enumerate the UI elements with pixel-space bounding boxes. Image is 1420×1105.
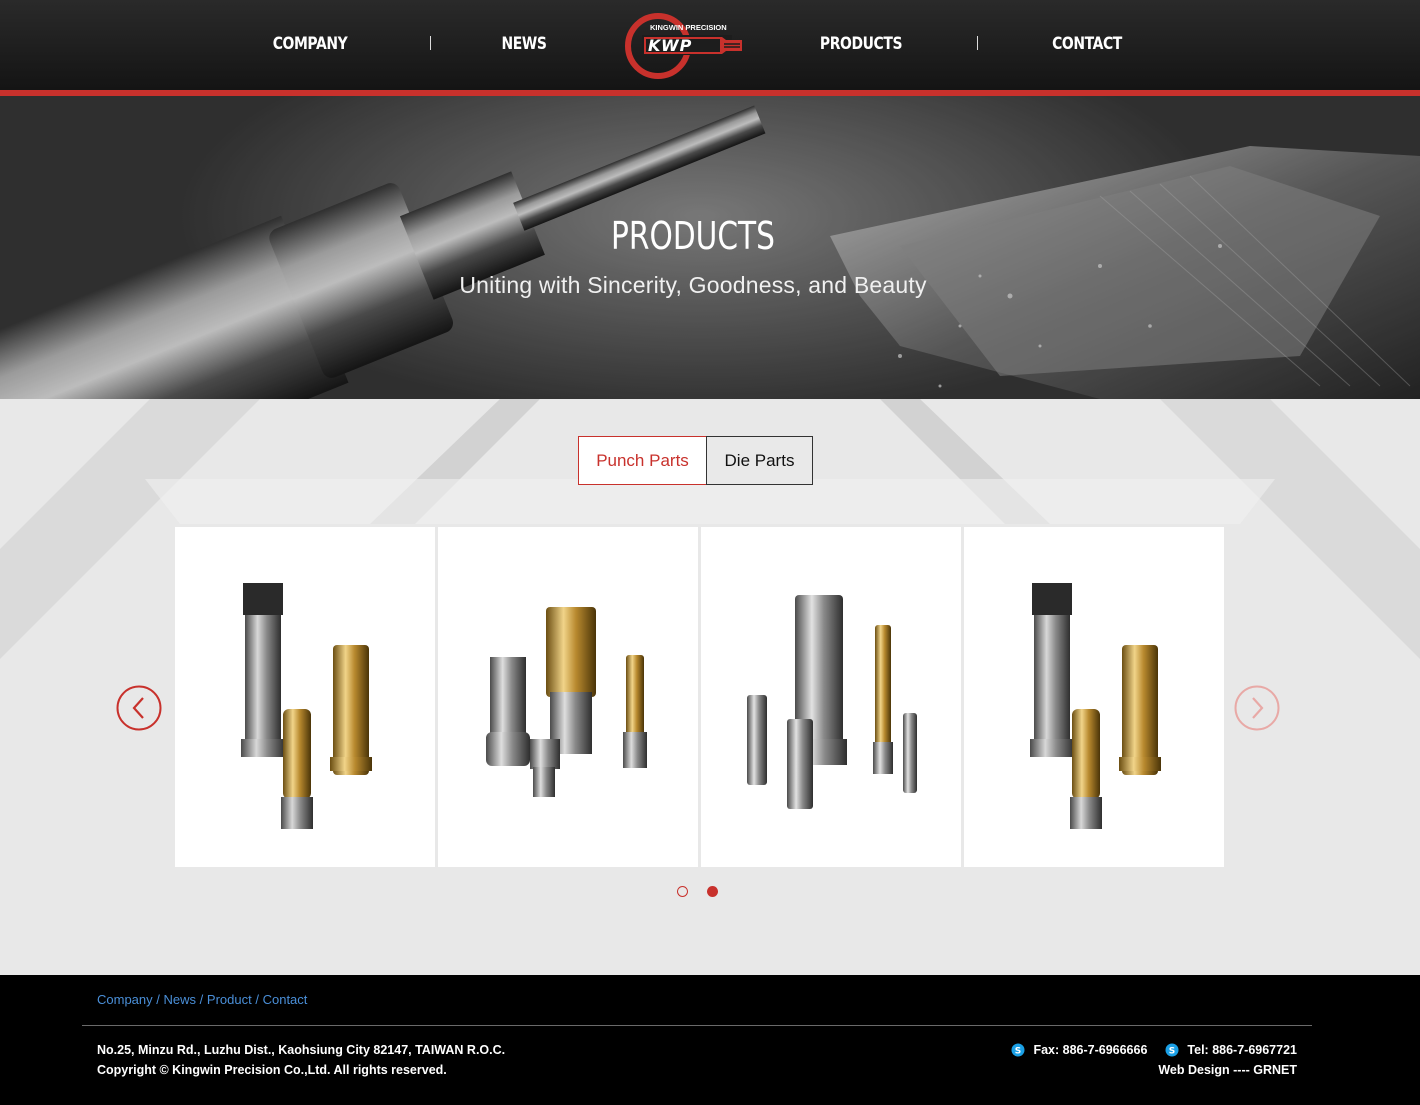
footer-credit-link[interactable]: GRNET xyxy=(1253,1063,1297,1077)
nav-products[interactable]: PRODUCTS xyxy=(812,32,910,56)
footer-tel: Tel: 886-7-6967721 xyxy=(1187,1043,1297,1057)
footer-copyright: Copyright © Kingwin Precision Co.,Ltd. A… xyxy=(97,1063,447,1077)
footer-credit: Web Design ---- GRNET xyxy=(1158,1063,1297,1077)
hero-title: PRODUCTS xyxy=(611,214,775,258)
skype-icon: S xyxy=(1011,1043,1025,1057)
carousel-prev-button[interactable] xyxy=(116,685,162,731)
punch-parts-set-1-icon xyxy=(1030,583,1161,829)
nav-separator xyxy=(977,36,978,50)
footer-link-company[interactable]: Company xyxy=(97,992,153,1007)
chevron-left-icon xyxy=(116,685,162,731)
punch-parts-set-1-icon xyxy=(241,583,372,829)
product-card[interactable] xyxy=(175,527,435,867)
product-carousel xyxy=(175,527,1224,867)
punch-parts-set-2-icon xyxy=(486,607,647,797)
site-footer: Company / News / Product / Contact No.25… xyxy=(0,975,1420,1105)
footer-link-separator: / xyxy=(255,992,259,1007)
footer-contact: S Fax: 886-7-6966666 S Tel: 886-7-696772… xyxy=(1011,1043,1297,1057)
hero-banner: PRODUCTS Uniting with Sincerity, Goodnes… xyxy=(0,96,1420,399)
site-header: COMPANY NEWS KINGWIN PRECISION KWP PRODU… xyxy=(0,0,1420,90)
footer-divider xyxy=(82,1025,1312,1026)
footer-address: No.25, Minzu Rd., Luzhu Dist., Kaohsiung… xyxy=(97,1043,506,1057)
skype-icon: S xyxy=(1165,1043,1179,1057)
nav-contact[interactable]: CONTACT xyxy=(1038,32,1136,56)
footer-links: Company / News / Product / Contact xyxy=(97,992,307,1007)
product-card[interactable] xyxy=(964,527,1224,867)
footer-link-separator: / xyxy=(156,992,160,1007)
chevron-right-icon xyxy=(1234,685,1280,731)
footer-link-product[interactable]: Product xyxy=(207,992,252,1007)
tab-punch-parts[interactable]: Punch Parts xyxy=(578,436,707,485)
tab-die-parts[interactable]: Die Parts xyxy=(706,436,813,485)
kwp-logo[interactable]: KINGWIN PRECISION KWP xyxy=(624,10,748,80)
logo-mark: KWP xyxy=(648,36,692,55)
logo-top-text: KINGWIN PRECISION xyxy=(650,23,727,32)
nav-news[interactable]: NEWS xyxy=(475,32,573,56)
hero-subtitle: Uniting with Sincerity, Goodness, and Be… xyxy=(459,272,927,298)
carousel-next-button[interactable] xyxy=(1234,685,1280,731)
footer-credit-prefix: Web Design ---- xyxy=(1158,1063,1254,1077)
svg-text:S: S xyxy=(1015,1047,1021,1057)
footer-link-news[interactable]: News xyxy=(164,992,197,1007)
svg-text:S: S xyxy=(1169,1047,1175,1057)
footer-fax: Fax: 886-7-6966666 xyxy=(1033,1043,1148,1057)
product-card[interactable] xyxy=(438,527,698,867)
product-card[interactable] xyxy=(701,527,961,867)
carousel-dot-1[interactable] xyxy=(677,886,688,897)
footer-link-contact[interactable]: Contact xyxy=(263,992,308,1007)
torx-punch-set-icon xyxy=(747,595,917,809)
products-section: Punch Parts Die Parts xyxy=(0,399,1420,975)
carousel-dot-2-active[interactable] xyxy=(707,886,718,897)
nav-separator xyxy=(430,36,431,50)
footer-link-separator: / xyxy=(199,992,204,1007)
nav-company[interactable]: COMPANY xyxy=(261,32,359,56)
logo-icon: KINGWIN PRECISION KWP xyxy=(625,13,742,79)
